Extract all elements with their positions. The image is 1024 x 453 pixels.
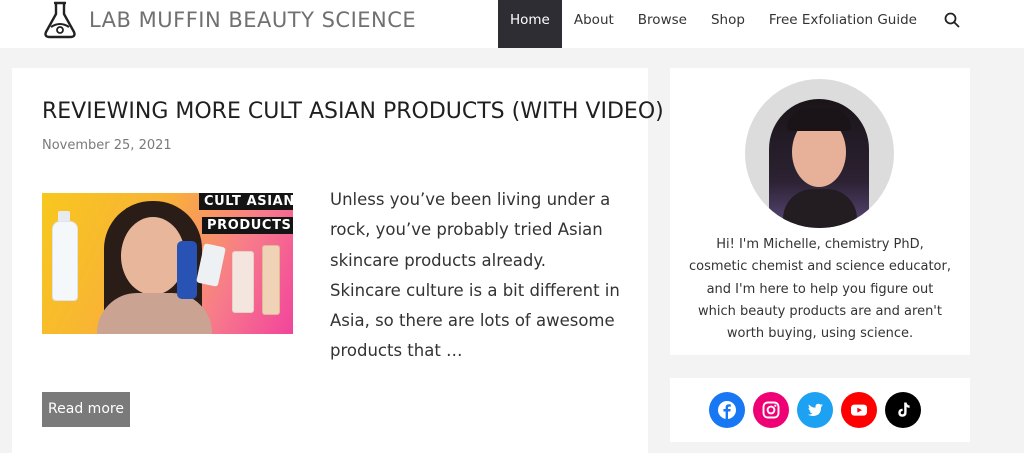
youtube-icon (851, 404, 867, 416)
nav-item-home[interactable]: Home (498, 0, 562, 48)
thumbnail-tube (232, 251, 254, 313)
instagram-icon (762, 401, 780, 419)
nav-item-shop[interactable]: Shop (699, 0, 757, 48)
nav-item-free-exfoliation-guide[interactable]: Free Exfoliation Guide (757, 0, 929, 48)
site-title[interactable]: LAB MUFFIN BEAUTY SCIENCE (89, 8, 416, 32)
flask-icon[interactable] (42, 1, 78, 39)
avatar-bangs (787, 109, 851, 131)
post-thumbnail[interactable]: CULT ASIAN PRODUCTS (42, 193, 293, 334)
tiktok-link[interactable] (885, 392, 921, 428)
about-widget: Hi! I'm Michelle, chemistry PhD, cosmeti… (670, 68, 970, 355)
post-card: REVIEWING MORE CULT ASIAN PRODUCTS (WITH… (12, 68, 664, 453)
avatar (745, 79, 894, 228)
twitter-link[interactable] (797, 392, 833, 428)
thumbnail-tube (262, 245, 280, 315)
search-button[interactable] (929, 0, 973, 48)
thumbnail-person-face (121, 217, 185, 295)
author-bio: Hi! I'm Michelle, chemistry PhD, cosmeti… (689, 237, 951, 342)
read-more-button[interactable]: Read more (42, 392, 130, 427)
main-nav: Home About Browse Shop Free Exfoliation … (498, 0, 973, 48)
site-header: LAB MUFFIN BEAUTY SCIENCE Home About Bro… (0, 0, 1024, 48)
thumbnail-label-line1: CULT ASIAN (199, 193, 293, 210)
search-icon (944, 12, 960, 28)
instagram-link[interactable] (753, 392, 789, 428)
facebook-link[interactable] (709, 392, 745, 428)
nav-item-browse[interactable]: Browse (626, 0, 699, 48)
social-links (709, 392, 921, 428)
social-widget (670, 378, 970, 442)
thumbnail-person-body (97, 293, 212, 334)
post-excerpt: Unless you’ve been living under a rock, … (330, 190, 620, 361)
twitter-icon (807, 403, 823, 416)
avatar-body (783, 189, 857, 228)
tiktok-icon (898, 402, 910, 417)
thumbnail-bottle (52, 221, 78, 301)
facebook-icon (718, 401, 736, 419)
youtube-link[interactable] (841, 392, 877, 428)
post-title[interactable]: REVIEWING MORE CULT ASIAN PRODUCTS (WITH… (42, 99, 664, 124)
post-date: November 25, 2021 (42, 138, 172, 153)
thumbnail-blue-bottle (177, 241, 197, 299)
thumbnail-label-line2: PRODUCTS (202, 217, 293, 234)
nav-item-about[interactable]: About (562, 0, 626, 48)
